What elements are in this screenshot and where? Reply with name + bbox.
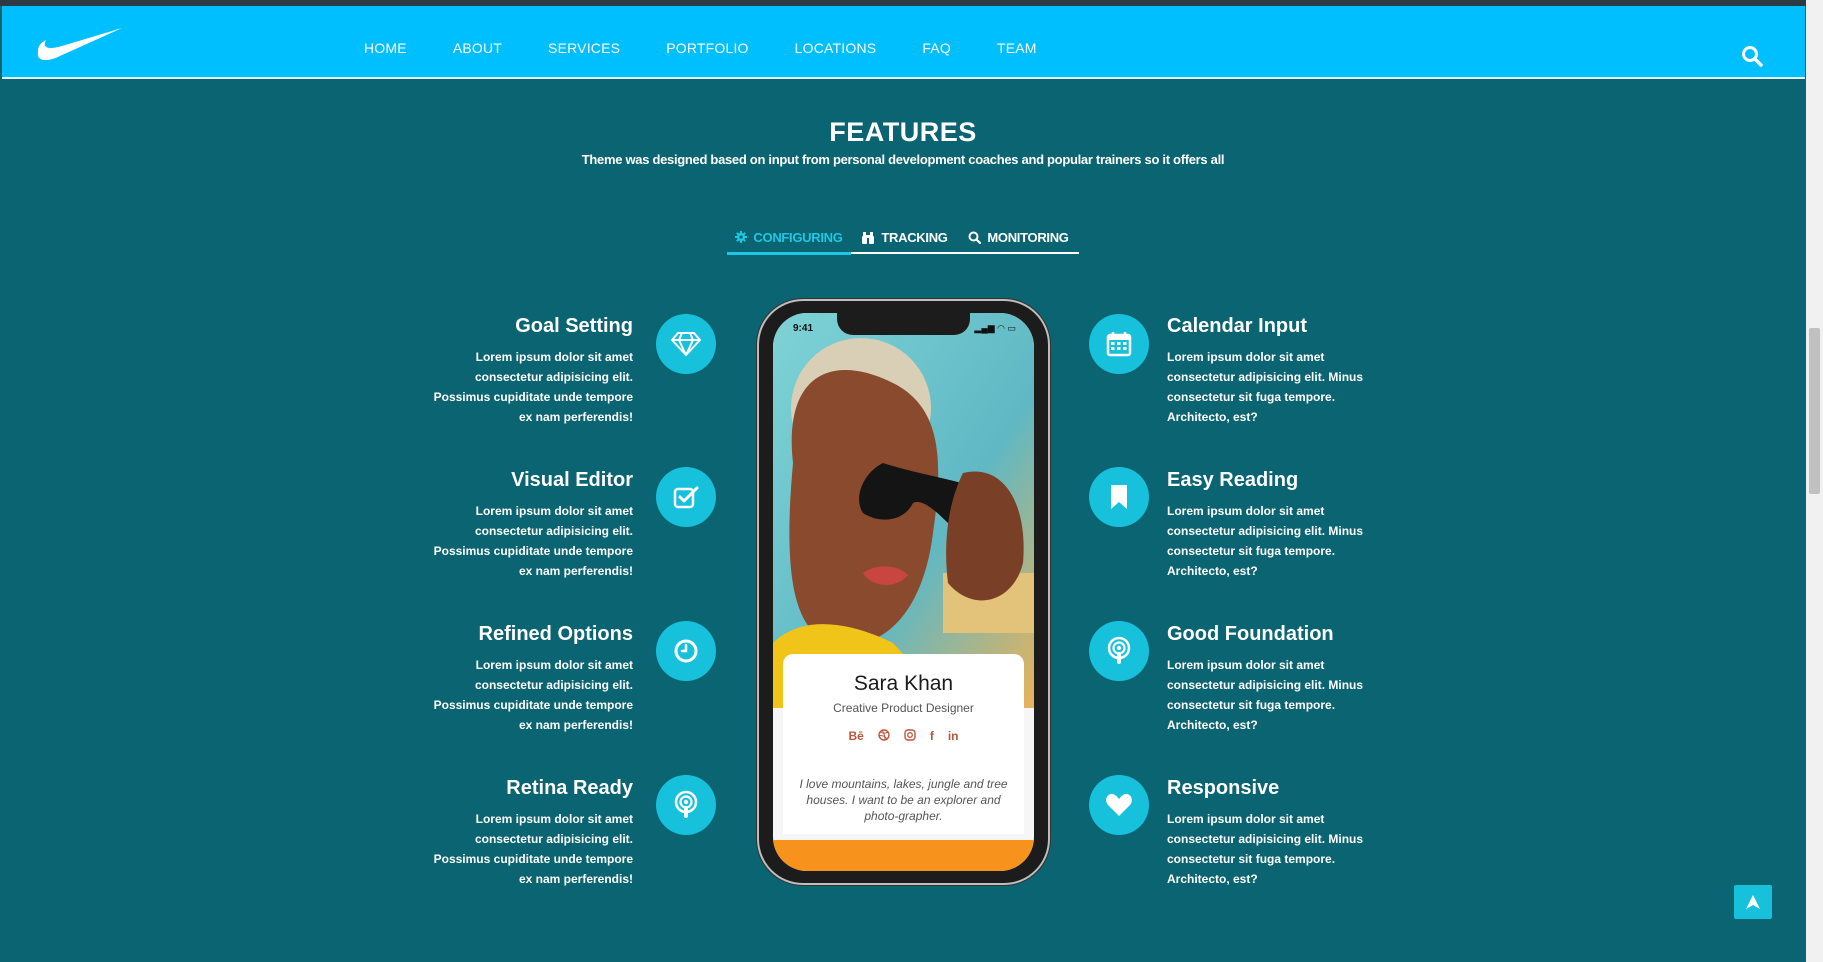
phone-mockup: 9:41 ▂▄▆ ◠ ▭ Sara Khan Creative Product … [759,301,1048,883]
bookmark-icon [1089,467,1149,527]
feature-retina-ready: Retina Ready Lorem ipsum dolor sit amet … [293,776,633,886]
section-subtitle: Theme was designed based on input from p… [581,152,1225,167]
feature-text: Lorem ipsum dolor sit amet consectetur a… [433,350,633,424]
feature-title: Responsive [1167,777,1280,799]
navbar: HOME ABOUT SERVICES PORTFOLIO LOCATIONS … [2,6,1805,79]
podcast-icon [656,775,716,835]
feature-tabs: CONFIGURING TRACKING MONITORING [727,222,1079,255]
dribbble-icon[interactable] [878,729,890,741]
binoculars-icon [862,231,875,244]
battery-icon: ▂▄▆ ◠ ▭ [974,323,1016,333]
nav-locations[interactable]: LOCATIONS [795,40,877,56]
feature-easy-reading: Easy Reading Lorem ipsum dolor sit amet … [1167,468,1507,578]
nav-faq[interactable]: FAQ [922,40,951,56]
tab-monitoring[interactable]: MONITORING [958,222,1079,252]
nav-portfolio[interactable]: PORTFOLIO [666,40,748,56]
feature-text: Lorem ipsum dolor sit amet consectetur a… [1167,658,1364,732]
feature-responsive: Responsive Lorem ipsum dolor sit amet co… [1167,776,1507,886]
nav-about[interactable]: ABOUT [453,40,502,56]
tab-monitoring-label: MONITORING [987,229,1069,245]
feature-visual-editor: Visual Editor Lorem ipsum dolor sit amet… [293,468,633,578]
gear-icon [735,231,748,243]
profile-card: Sara Khan Creative Product Designer Bē f… [783,654,1024,834]
feature-goal-setting: Goal Setting Lorem ipsum dolor sit amet … [293,314,633,424]
feature-text: Lorem ipsum dolor sit amet consectetur a… [1167,350,1364,424]
behance-icon[interactable]: Bē [848,729,863,743]
profile-role: Creative Product Designer [833,701,974,715]
tab-configuring-label: CONFIGURING [753,229,843,245]
feature-text: Lorem ipsum dolor sit amet consectetur a… [433,658,633,732]
search-icon [968,231,982,244]
nav-team[interactable]: TEAM [997,40,1037,56]
social-links: Bē f in [783,729,1024,743]
tab-configuring[interactable]: CONFIGURING [727,222,851,255]
nav-home[interactable]: HOME [364,40,407,56]
feature-good-foundation: Good Foundation Lorem ipsum dolor sit am… [1167,622,1507,732]
facebook-icon[interactable]: f [930,729,934,743]
phone-screen: 9:41 ▂▄▆ ◠ ▭ Sara Khan Creative Product … [773,313,1034,871]
nav-services[interactable]: SERVICES [548,40,620,56]
feature-text: Lorem ipsum dolor sit amet consectetur a… [433,812,633,886]
feature-text: Lorem ipsum dolor sit amet consectetur a… [1167,812,1364,886]
arrow-up-icon [1746,895,1760,909]
phone-notch [837,313,970,335]
clock-icon [656,621,716,681]
feature-title: Easy Reading [1167,469,1299,491]
feature-title: Good Foundation [1167,623,1334,645]
feature-refined-options: Refined Options Lorem ipsum dolor sit am… [293,622,633,732]
linkedin-icon[interactable]: in [948,729,959,743]
heart-icon [1089,775,1149,835]
search-icon[interactable] [1740,44,1764,68]
feature-calendar-input: Calendar Input Lorem ipsum dolor sit ame… [1167,314,1507,424]
swoosh-logo[interactable] [36,22,122,62]
feature-title: Visual Editor [511,469,633,491]
phone-footer-bar [773,840,1034,871]
scrollbar-thumb[interactable] [1809,328,1820,494]
main-nav: HOME ABOUT SERVICES PORTFOLIO LOCATIONS … [364,6,1083,89]
diamond-icon [656,314,716,374]
feature-title: Retina Ready [506,777,633,799]
instagram-icon[interactable] [904,729,916,741]
status-time: 9:41 [793,323,814,334]
feature-title: Goal Setting [515,315,633,337]
back-to-top-button[interactable] [1734,885,1772,919]
tab-tracking-label: TRACKING [881,229,948,245]
calendar-icon [1089,314,1149,374]
section-title: FEATURES [829,117,977,147]
profile-photo [773,313,1034,708]
tab-tracking[interactable]: TRACKING [851,222,958,252]
profile-quote: I love mountains, lakes, jungle and tree… [799,777,1008,823]
check-square-icon [656,467,716,527]
profile-name: Sara Khan [853,672,954,695]
feature-title: Refined Options [478,623,633,645]
feature-text: Lorem ipsum dolor sit amet consectetur a… [1167,504,1364,578]
feature-text: Lorem ipsum dolor sit amet consectetur a… [433,504,633,578]
podcast-icon [1089,621,1149,681]
feature-title: Calendar Input [1167,315,1308,337]
